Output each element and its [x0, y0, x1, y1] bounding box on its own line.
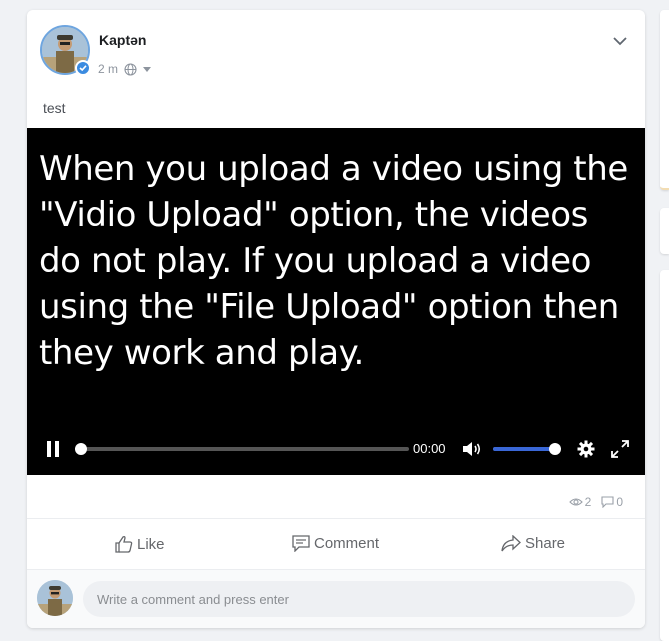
comment-composer	[27, 570, 645, 628]
privacy-dropdown-icon[interactable]	[143, 66, 152, 72]
volume-slider[interactable]	[493, 443, 561, 455]
comment-bubble-icon	[601, 496, 614, 508]
like-button[interactable]: Like	[115, 535, 165, 553]
verified-badge-icon	[75, 60, 91, 76]
video-player[interactable]: When you upload a video using the "Vidio…	[27, 128, 645, 475]
comments-count: 0	[601, 495, 623, 509]
video-frame-text: When you upload a video using the "Vidio…	[39, 149, 628, 373]
video-time: 00:00	[413, 441, 446, 456]
post-stats: 2 0	[568, 495, 623, 509]
progress-handle[interactable]	[75, 443, 87, 455]
video-controls: 00:00	[27, 433, 645, 463]
post-options-chevron-icon[interactable]	[611, 32, 629, 50]
comment-icon	[292, 535, 310, 552]
pause-icon[interactable]	[41, 437, 65, 461]
share-label: Share	[525, 535, 566, 552]
post-time[interactable]: 2 m	[98, 62, 118, 76]
comments-value: 0	[616, 495, 623, 509]
like-label: Like	[137, 535, 165, 553]
thumbs-up-icon	[115, 536, 133, 553]
share-button[interactable]: Share	[501, 535, 565, 552]
comment-button[interactable]: Comment	[292, 535, 379, 552]
post-text: test	[43, 100, 66, 116]
globe-icon[interactable]	[124, 62, 137, 76]
share-arrow-icon	[501, 535, 521, 552]
side-panel-edge	[660, 270, 669, 641]
fullscreen-icon[interactable]	[609, 437, 631, 461]
side-panel-edge	[660, 208, 669, 254]
current-user-avatar[interactable]	[37, 580, 73, 616]
volume-handle[interactable]	[549, 443, 561, 455]
post-meta: 2 m	[98, 62, 152, 76]
post-actions: Like Comment Share	[27, 519, 645, 569]
comment-label: Comment	[314, 535, 380, 552]
settings-gear-icon[interactable]	[575, 437, 597, 461]
volume-level	[493, 447, 555, 451]
video-progress-bar[interactable]	[75, 443, 409, 455]
author-name[interactable]: Kaptən	[99, 32, 146, 48]
views-value: 2	[584, 495, 592, 509]
volume-icon[interactable]	[461, 437, 483, 461]
side-panel-edge	[660, 10, 669, 190]
post-card: Kaptən 2 m test When you upload a video …	[27, 10, 645, 628]
eye-icon	[568, 498, 583, 506]
views-count: 2	[568, 495, 592, 509]
comment-input[interactable]	[83, 581, 635, 617]
